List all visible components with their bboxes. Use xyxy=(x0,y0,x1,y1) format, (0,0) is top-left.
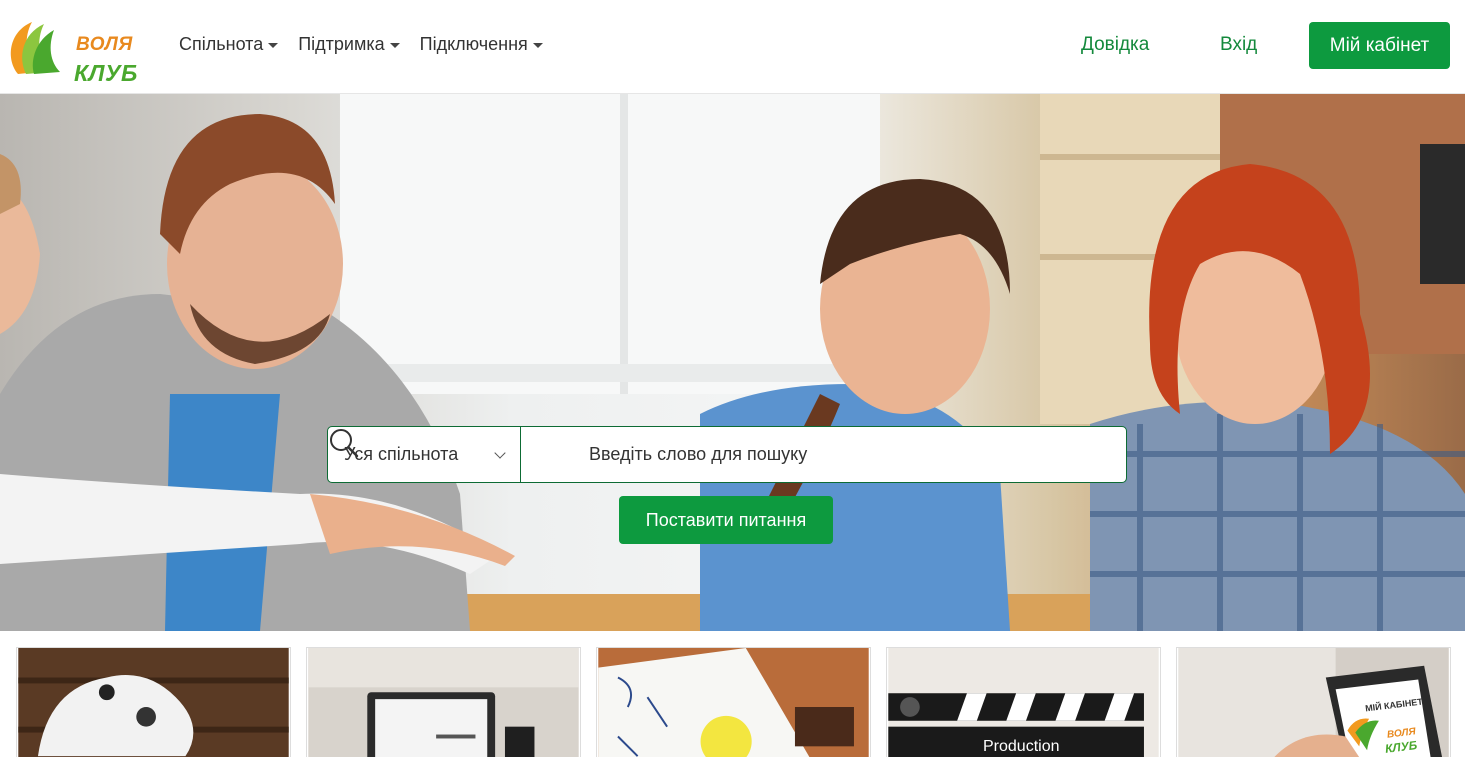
search-icon[interactable] xyxy=(330,427,579,482)
site-header: ВОЛЯ КЛУБ Спільнота Підтримка Підключенн… xyxy=(0,0,1465,94)
search-input[interactable] xyxy=(579,427,1126,482)
volia-club-logo[interactable]: ВОЛЯ КЛУБ xyxy=(4,16,154,86)
chevron-down-icon xyxy=(494,447,506,459)
nav-support[interactable]: Підтримка xyxy=(298,34,400,55)
card-ideas[interactable] xyxy=(596,647,871,757)
card-production[interactable]: Production xyxy=(886,647,1161,757)
card-production-caption: Production xyxy=(983,738,1060,755)
main-nav: Спільнота Підтримка Підключення xyxy=(179,34,543,55)
card-my-cabinet[interactable]: МІЙ КАБІНЕТ ВОЛЯ КЛУБ xyxy=(1176,647,1451,757)
logo-text-line1: ВОЛЯ xyxy=(76,34,133,55)
nav-connection-label: Підключення xyxy=(419,34,528,54)
nav-support-label: Підтримка xyxy=(298,34,385,54)
login-link[interactable]: Вхід xyxy=(1220,34,1257,56)
logo-text-line2: КЛУБ xyxy=(74,60,138,86)
gamepad-image xyxy=(18,648,289,757)
nav-community-label: Спільнота xyxy=(179,34,264,54)
hero-banner: Уся спільнота Поставити питання xyxy=(0,94,1465,631)
search-scope-value: Уся спільнота xyxy=(344,444,459,464)
card-games[interactable] xyxy=(16,647,291,757)
laptop-image xyxy=(308,648,579,757)
category-cards: Production МІЙ КАБІНЕТ ВОЛЯ КЛУБ xyxy=(16,647,1451,757)
ideas-notebook-image xyxy=(598,648,869,757)
ask-question-button[interactable]: Поставити питання xyxy=(619,496,833,544)
help-link[interactable]: Довідка xyxy=(1081,34,1149,56)
nav-community[interactable]: Спільнота xyxy=(179,34,279,55)
hero-photo xyxy=(0,94,1465,631)
card-laptop[interactable] xyxy=(306,647,581,757)
caret-down-icon xyxy=(532,43,543,48)
nav-connection[interactable]: Підключення xyxy=(420,34,543,55)
my-cabinet-button[interactable]: Мій кабінет xyxy=(1309,22,1450,69)
caret-down-icon xyxy=(389,43,400,48)
search-bar: Уся спільнота xyxy=(327,426,1127,483)
caret-down-icon xyxy=(268,43,279,48)
